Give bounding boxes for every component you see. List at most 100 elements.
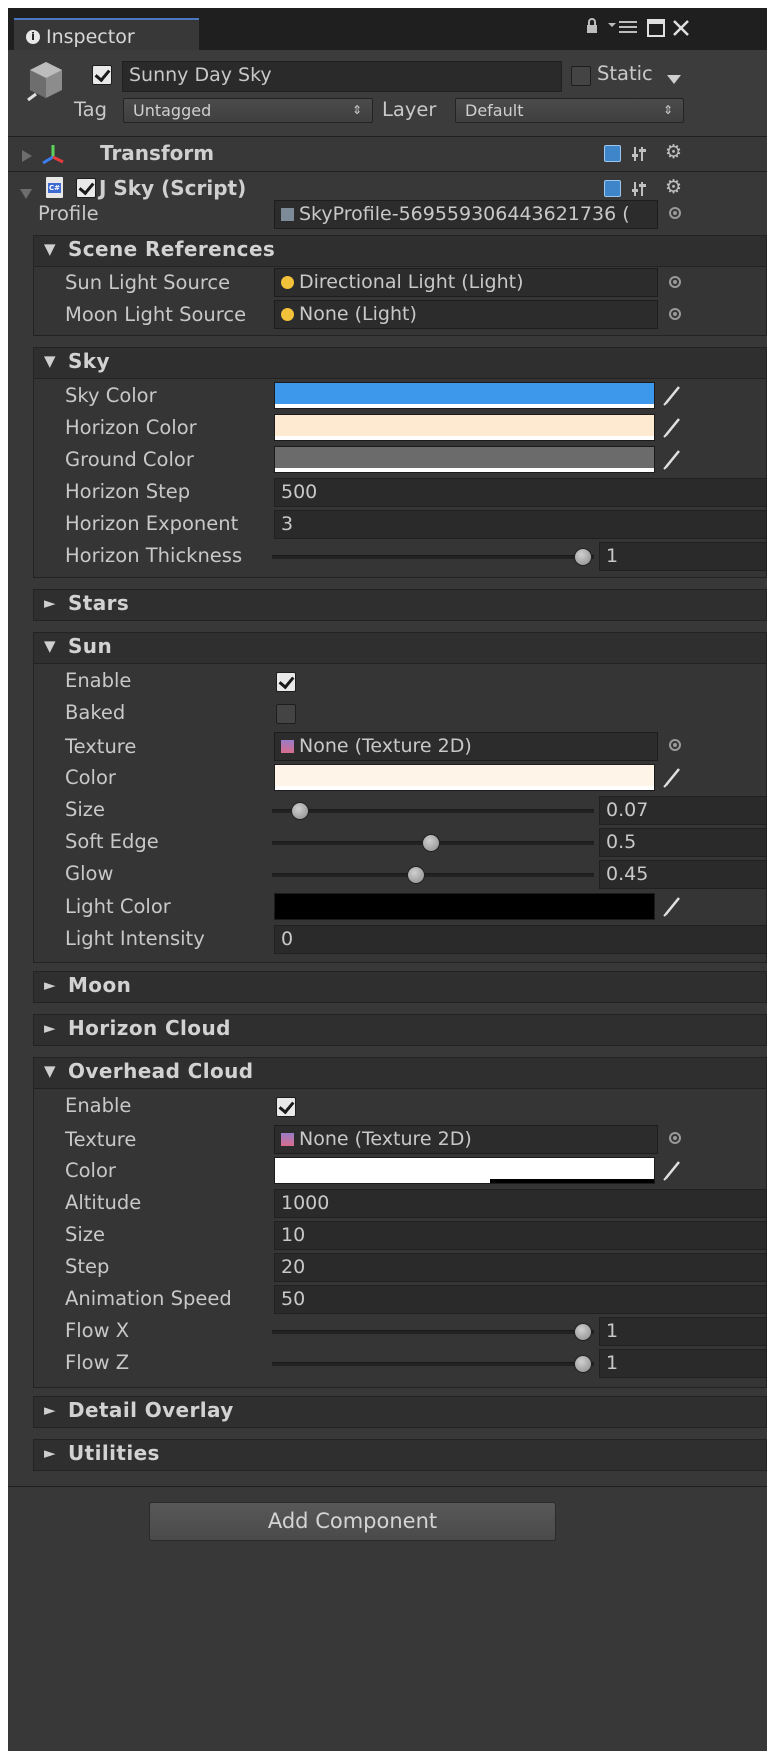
horizon-thickness-input[interactable]: 1 — [599, 542, 767, 571]
cloud-size-input[interactable]: 10 — [274, 1221, 767, 1250]
horizon-step-input[interactable]: 500 — [274, 478, 767, 507]
cloud-flow-x-input[interactable]: 1 — [599, 1317, 767, 1346]
cloud-flow-z-slider-track[interactable] — [272, 1362, 594, 1366]
menu-icon[interactable] — [608, 18, 638, 39]
light-bulb-icon — [281, 308, 294, 321]
sun-glow-slider-knob[interactable] — [407, 866, 425, 884]
updown-icon: ⇕ — [351, 103, 362, 117]
cloud-flow-x-slider-knob[interactable] — [574, 1323, 592, 1341]
sun-soft-edge-input[interactable]: 0.5 — [599, 828, 767, 857]
help-icon[interactable] — [604, 180, 621, 197]
object-picker-icon[interactable] — [669, 276, 681, 288]
cloud-flow-x-slider-track[interactable] — [272, 1330, 594, 1334]
transform-title: Transform — [100, 141, 215, 165]
cloud-flow-z-slider-knob[interactable] — [574, 1355, 592, 1373]
ground-color-swatch[interactable] — [274, 446, 655, 473]
tag-label: Tag — [74, 98, 108, 121]
static-checkbox[interactable] — [571, 66, 591, 86]
sun-light-intensity-label: Light Intensity — [65, 927, 205, 950]
sun-size-label: Size — [65, 798, 106, 821]
horizon-color-swatch[interactable] — [274, 414, 655, 441]
add-component-button[interactable]: Add Component — [149, 1502, 556, 1541]
profile-field[interactable]: SkyProfile-569559306443621736 ( — [274, 200, 658, 229]
section-header-sky[interactable]: ▼ Sky — [33, 347, 767, 379]
cloud-animation-speed-input[interactable]: 50 — [274, 1285, 767, 1314]
sun-size-input[interactable]: 0.07 — [599, 796, 767, 825]
section-header-moon[interactable]: ► Moon — [33, 971, 767, 1003]
sun-glow-input[interactable]: 0.45 — [599, 860, 767, 889]
jsky-enabled-checkbox[interactable] — [76, 178, 96, 198]
static-dropdown-icon[interactable] — [667, 70, 681, 89]
layer-dropdown[interactable]: Default ⇕ — [455, 98, 684, 123]
eyedropper-icon[interactable] — [663, 450, 680, 470]
sun-size-slider-knob[interactable] — [291, 802, 309, 820]
cloud-animation-speed-label: Animation Speed — [65, 1287, 232, 1310]
section-header-horizon-cloud[interactable]: ► Horizon Cloud — [33, 1014, 767, 1046]
cloud-flow-z-label: Flow Z — [65, 1351, 130, 1374]
tag-dropdown[interactable]: Untagged ⇕ — [123, 98, 373, 123]
section-header-overhead-cloud[interactable]: ▼ Overhead Cloud — [33, 1057, 767, 1089]
horizon-color-label: Horizon Color — [65, 416, 197, 439]
lock-icon[interactable] — [586, 18, 598, 39]
expanded-arrow-icon — [20, 184, 32, 203]
horizon-thickness-label: Horizon Thickness — [65, 544, 243, 567]
section-header-stars[interactable]: ► Stars — [33, 589, 767, 621]
cloud-step-input[interactable]: 20 — [274, 1253, 767, 1282]
sun-light-color-swatch[interactable] — [274, 893, 655, 920]
texture-icon — [281, 1133, 294, 1146]
sun-glow-slider-track[interactable] — [272, 873, 594, 877]
light-bulb-icon — [281, 276, 294, 289]
maximize-icon[interactable] — [647, 19, 665, 42]
tab-inspector[interactable]: i Inspector — [14, 18, 199, 51]
horizon-thickness-slider-knob[interactable] — [574, 548, 592, 566]
sun-size-slider-track[interactable] — [272, 809, 594, 813]
object-picker-icon[interactable] — [669, 207, 681, 219]
cloud-color-label: Color — [65, 1159, 116, 1182]
object-picker-icon[interactable] — [669, 739, 681, 751]
section-header-sun[interactable]: ▼ Sun — [33, 632, 767, 664]
sun-soft-edge-slider-knob[interactable] — [422, 834, 440, 852]
section-header-detail-overlay[interactable]: ► Detail Overlay — [33, 1396, 767, 1428]
object-picker-icon[interactable] — [669, 1132, 681, 1144]
detail-overlay-title: Detail Overlay — [68, 1398, 234, 1422]
gear-icon[interactable]: ⚙ — [665, 141, 682, 163]
horizon-thickness-slider-track[interactable] — [272, 555, 594, 559]
transform-component-header[interactable]: Transform ⚙ — [8, 137, 767, 171]
object-picker-icon[interactable] — [669, 308, 681, 320]
csharp-script-icon: C# — [46, 177, 63, 198]
gear-icon[interactable]: ⚙ — [665, 176, 682, 198]
sun-texture-field[interactable]: None (Texture 2D) — [274, 732, 658, 761]
eyedropper-icon[interactable] — [663, 1161, 680, 1181]
eyedropper-icon[interactable] — [663, 768, 680, 788]
eyedropper-icon[interactable] — [663, 418, 680, 438]
cloud-flow-z-input[interactable]: 1 — [599, 1349, 767, 1378]
cloud-enable-checkbox[interactable] — [276, 1097, 296, 1117]
eyedropper-icon[interactable] — [663, 386, 680, 406]
collapsed-arrow-icon: ► — [44, 594, 56, 612]
section-header-scene-references[interactable]: ▼ Scene References — [33, 235, 767, 267]
preset-icon[interactable] — [632, 180, 648, 202]
overhead-cloud-title: Overhead Cloud — [68, 1059, 254, 1083]
cloud-texture-label: Texture — [65, 1128, 137, 1151]
cloud-texture-field[interactable]: None (Texture 2D) — [274, 1125, 658, 1154]
sun-texture-value: None (Texture 2D) — [299, 735, 472, 757]
sun-light-intensity-input[interactable]: 0 — [274, 925, 767, 954]
cloud-color-swatch[interactable] — [274, 1157, 655, 1184]
eyedropper-icon[interactable] — [663, 897, 680, 917]
cloud-enable-label: Enable — [65, 1094, 132, 1117]
sky-color-swatch[interactable] — [274, 382, 655, 409]
horizon-exponent-input[interactable]: 3 — [274, 510, 767, 539]
close-icon[interactable] — [672, 19, 690, 42]
help-icon[interactable] — [604, 145, 621, 162]
moon-light-source-field[interactable]: None (Light) — [274, 300, 658, 329]
sun-enable-checkbox[interactable] — [276, 672, 296, 692]
profile-label: Profile — [38, 202, 99, 225]
preset-icon[interactable] — [632, 145, 648, 167]
gameobject-active-checkbox[interactable] — [92, 65, 112, 85]
section-header-utilities[interactable]: ► Utilities — [33, 1439, 767, 1471]
gameobject-name-input[interactable]: Sunny Day Sky — [122, 61, 562, 92]
sun-light-source-field[interactable]: Directional Light (Light) — [274, 268, 658, 297]
sun-baked-checkbox[interactable] — [276, 704, 296, 724]
cloud-altitude-input[interactable]: 1000 — [274, 1189, 767, 1218]
sun-color-swatch[interactable] — [274, 764, 655, 791]
